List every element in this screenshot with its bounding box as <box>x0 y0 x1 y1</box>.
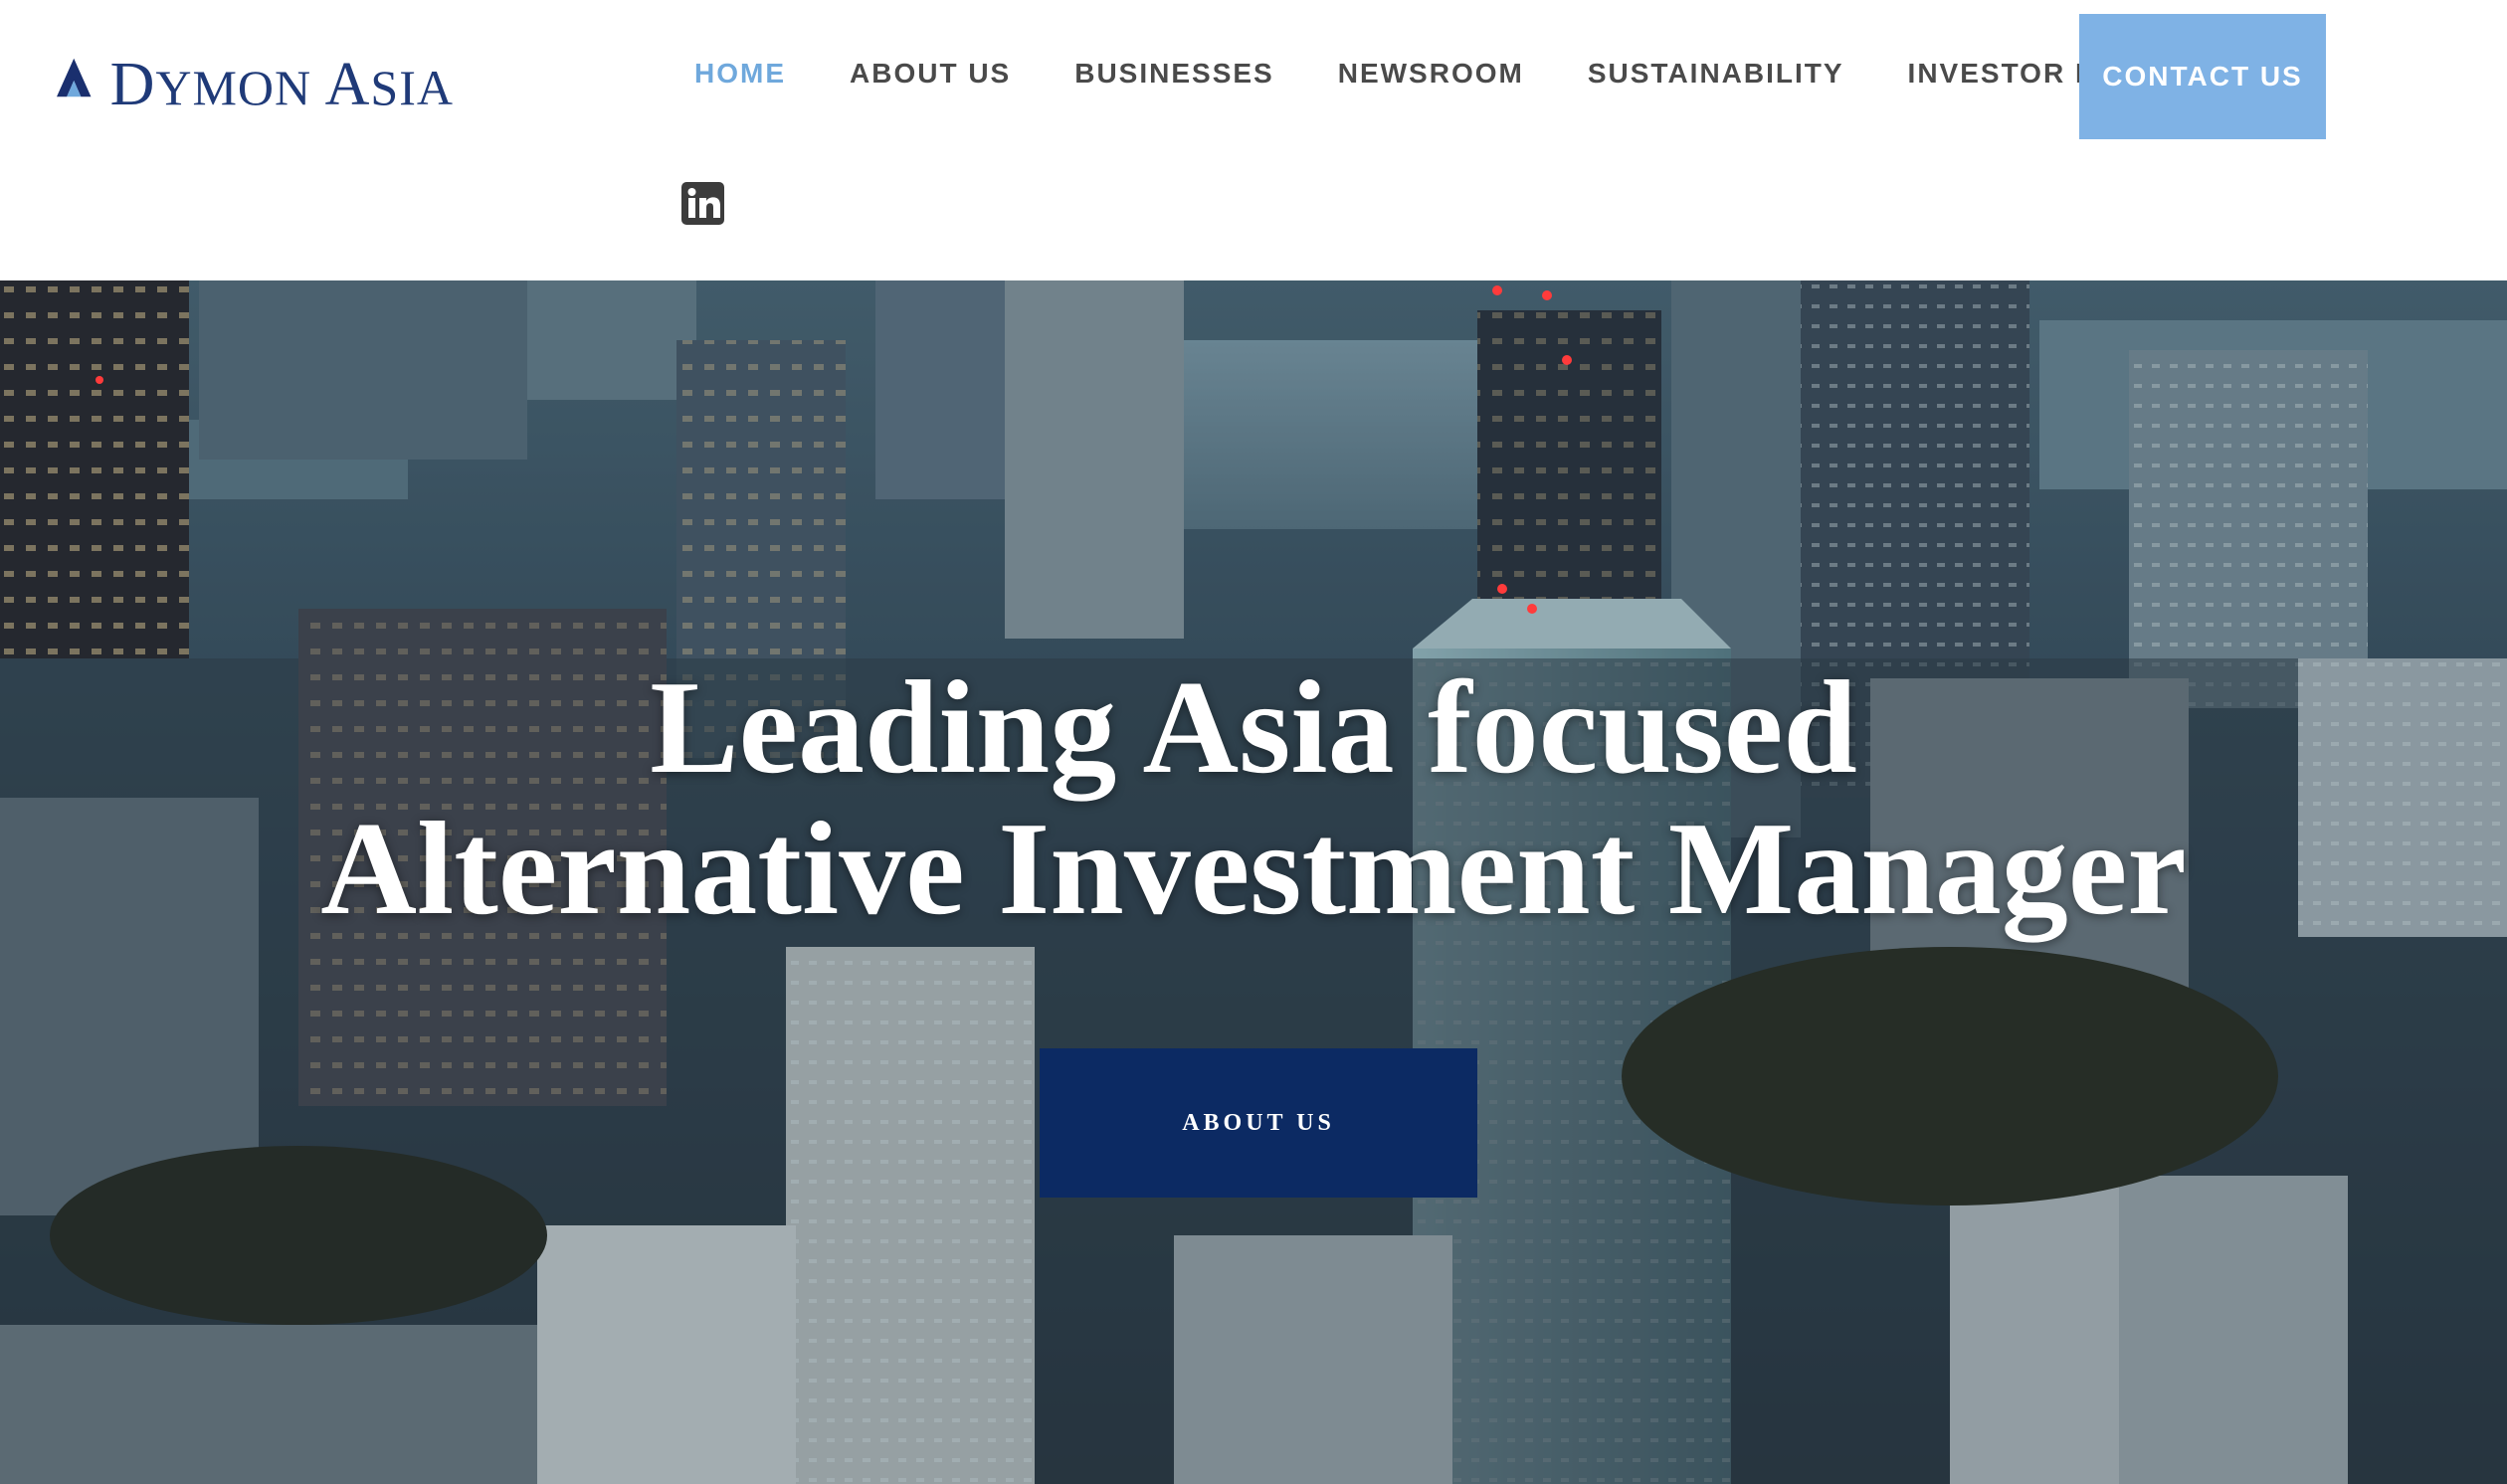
contact-us-button[interactable]: CONTACT US <box>2079 14 2326 139</box>
about-us-button[interactable]: ABOUT US <box>1040 1048 1477 1198</box>
site-header: DYMON ASIA HOME ABOUT US BUSINESSES NEWS… <box>0 0 2507 280</box>
nav-businesses[interactable]: BUSINESSES <box>1074 58 1274 90</box>
hero-title: Leading Asia focused Alternative Investm… <box>0 656 2507 939</box>
hero-title-line-2: Alternative Investment Manager <box>320 795 2187 942</box>
linkedin-link[interactable] <box>681 182 724 225</box>
nav-home[interactable]: HOME <box>694 58 786 90</box>
nav-sustainability[interactable]: SUSTAINABILITY <box>1588 58 1844 90</box>
dymon-asia-logo[interactable]: DYMON ASIA <box>56 28 454 117</box>
logo-wordmark: DYMON ASIA <box>109 51 454 118</box>
hero-title-line-1: Leading Asia focused <box>650 653 1857 801</box>
hero-section: Leading Asia focused Alternative Investm… <box>0 280 2507 1484</box>
nav-about-us[interactable]: ABOUT US <box>850 58 1011 90</box>
logo-mark-icon <box>57 58 92 97</box>
main-nav: HOME ABOUT US BUSINESSES NEWSROOM SUSTAI… <box>694 54 2174 93</box>
linkedin-icon <box>681 182 724 225</box>
nav-newsroom[interactable]: NEWSROOM <box>1338 58 1524 90</box>
